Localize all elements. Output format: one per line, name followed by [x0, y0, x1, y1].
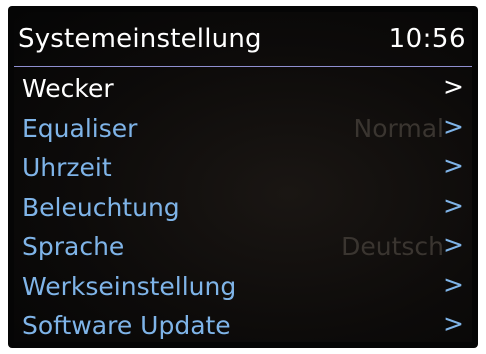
menu-item-label: Sprache [22, 232, 125, 261]
settings-screen: Systemeinstellung 10:56 Wecker > Equalis… [14, 12, 472, 342]
clock: 10:56 [388, 24, 466, 54]
chevron-right-icon: > [443, 190, 464, 220]
menu-item-equaliser[interactable]: Equaliser Normal > [14, 110, 472, 150]
menu-item-wecker[interactable]: Wecker > [14, 70, 472, 110]
chevron-right-icon: > [443, 230, 464, 259]
chevron-right-icon: > [443, 151, 464, 180]
chevron-right-icon: > [443, 111, 464, 141]
device-display-bezel: Systemeinstellung 10:56 Wecker > Equalis… [8, 6, 478, 348]
menu-item-label: Wecker [22, 74, 114, 103]
menu-item-label: Werkseinstellung [22, 271, 237, 301]
menu-item-uhrzeit[interactable]: Uhrzeit > [14, 149, 472, 189]
page-title: Systemeinstellung [18, 24, 262, 54]
menu-item-software-update[interactable]: Software Update > [14, 307, 472, 347]
menu-item-label: Beleuchtung [22, 192, 180, 222]
chevron-right-icon: > [443, 309, 464, 338]
menu-item-label: Software Update [22, 311, 231, 340]
menu-item-label: Equaliser [22, 113, 138, 143]
menu-item-werkseinstellung[interactable]: Werkseinstellung > [14, 268, 472, 308]
menu-item-value: Normal [353, 113, 444, 143]
menu-item-value: Deutsch [341, 232, 444, 261]
chevron-right-icon: > [443, 269, 464, 299]
chevron-right-icon: > [443, 72, 464, 101]
menu-item-beleuchtung[interactable]: Beleuchtung > [14, 189, 472, 229]
header-bar: Systemeinstellung 10:56 [14, 12, 472, 67]
menu-item-sprache[interactable]: Sprache Deutsch > [14, 228, 472, 268]
menu-item-label: Uhrzeit [22, 153, 112, 182]
settings-menu: Wecker > Equaliser Normal > Uhrzeit > Be… [14, 70, 472, 347]
